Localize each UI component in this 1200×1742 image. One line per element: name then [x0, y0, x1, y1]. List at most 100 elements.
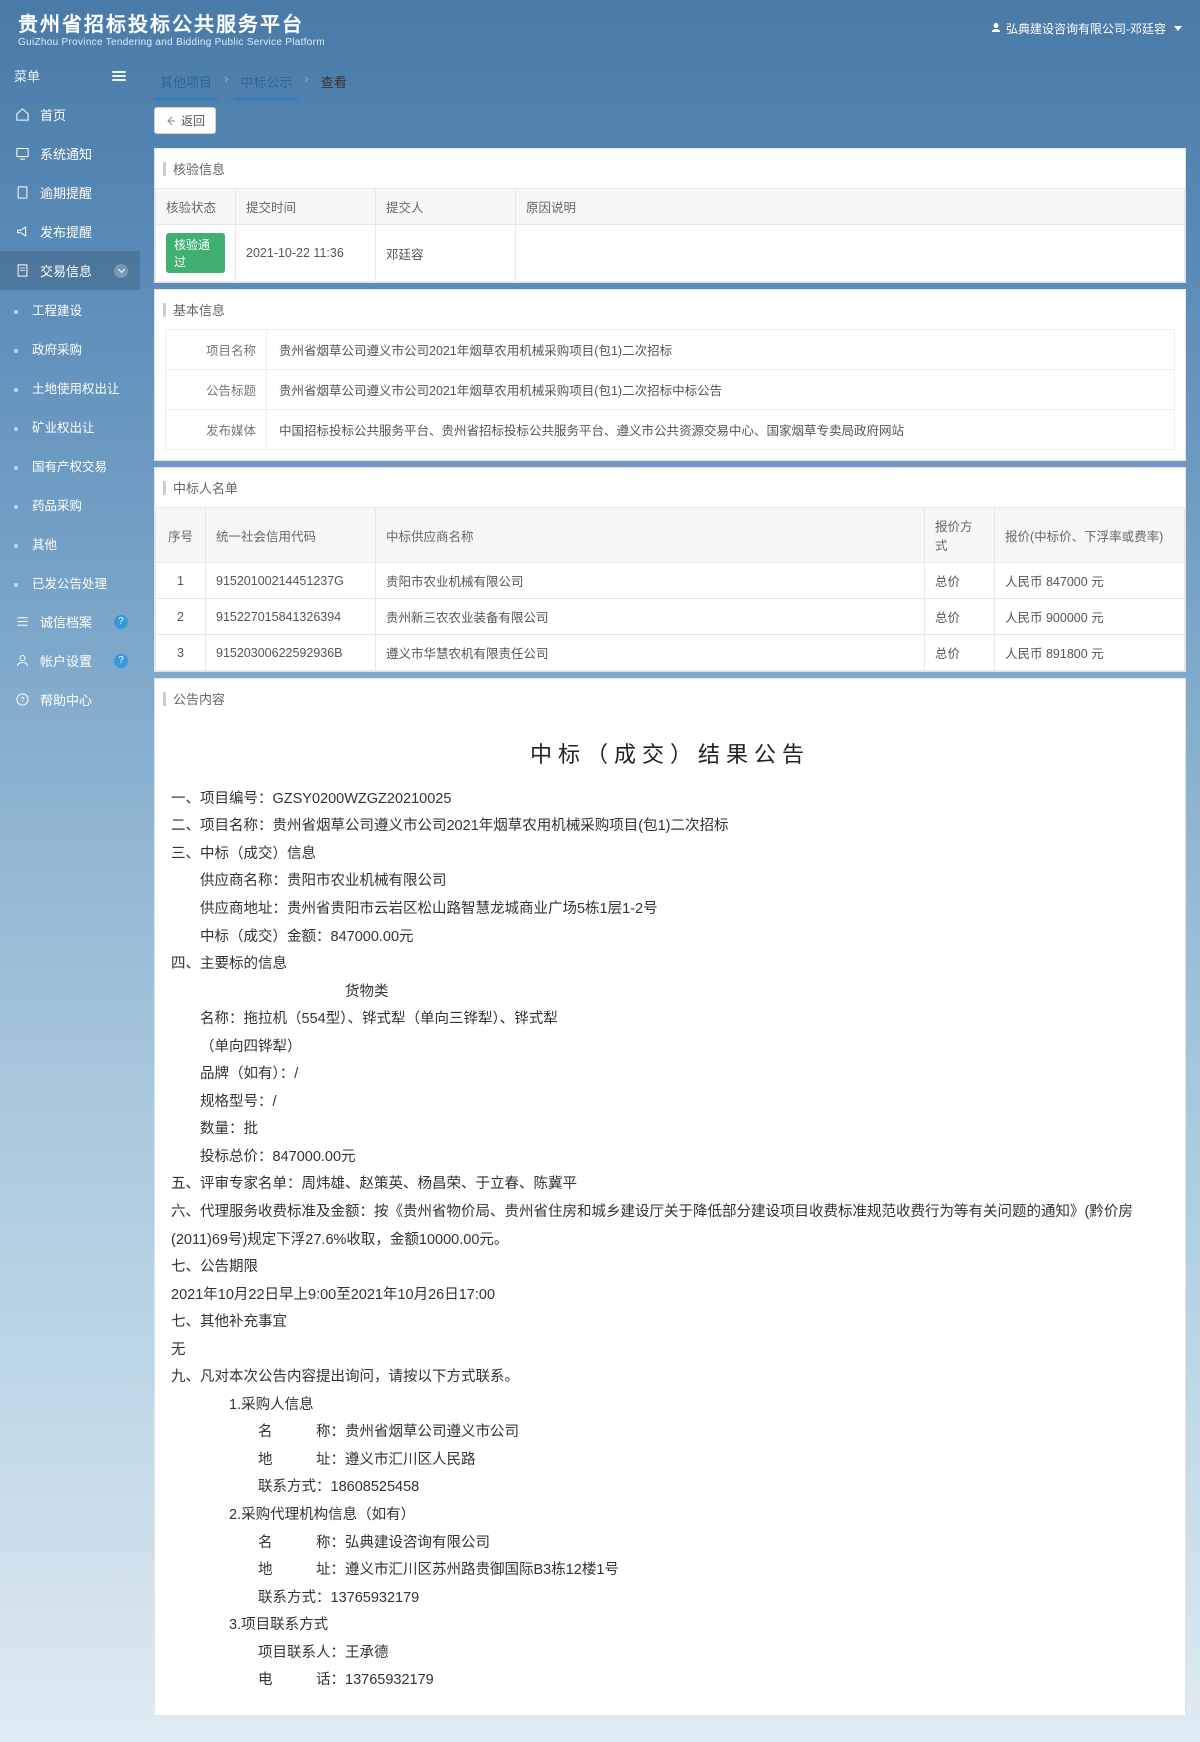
sidebar-menu-label: 菜单	[14, 66, 40, 85]
nav-credit[interactable]: 诚信档案 ?	[0, 602, 140, 641]
table-head-row: 核验状态 提交时间 提交人 原因说明	[156, 189, 1185, 225]
sidebar: 菜单 首页 系统通知 逾期提醒 发布提醒 交易信息	[0, 56, 140, 1742]
back-button[interactable]: 返回	[154, 107, 216, 134]
nav-help[interactable]: ? 帮助中心	[0, 680, 140, 719]
cell-submitter: 邓廷容	[376, 225, 516, 282]
col-name: 中标供应商名称	[376, 508, 925, 563]
art-line: 地 址：遵义市汇川区人民路	[171, 1447, 1169, 1475]
sidebar-header: 菜单	[0, 56, 140, 95]
subnav-label: 土地使用权出让	[32, 378, 120, 397]
table-row: 1 91520100214451237G 贵阳市农业机械有限公司 总价 人民币 …	[156, 563, 1185, 599]
subnav-label: 其他	[32, 534, 57, 553]
panel-title: 中标人名单	[155, 468, 1185, 507]
user-icon	[14, 653, 30, 669]
nav-label: 首页	[40, 105, 66, 124]
breadcrumb: 其他项目 › 中标公示 › 查看	[148, 56, 1192, 99]
caret-down-icon	[1174, 26, 1182, 31]
art-line: 名称：拖拉机（554型）、铧式犁（单向三铧犁）、铧式犁	[171, 1006, 1169, 1034]
kv-row: 公告标题 贵州省烟草公司遵义市公司2021年烟草农用机械采购项目(包1)二次招标…	[166, 369, 1174, 409]
art-line: 六、代理服务收费标准及金额：按《贵州省物价局、贵州省住房和城乡建设厅关于降低部分…	[171, 1199, 1169, 1254]
article-heading: 中标（成交）结果公告	[171, 734, 1169, 776]
subnav-drug[interactable]: 药品采购	[0, 485, 140, 524]
doc-icon	[14, 263, 30, 279]
crumb-other[interactable]: 其他项目	[154, 66, 218, 99]
col-seq: 序号	[156, 508, 206, 563]
nav-account[interactable]: 帐户设置 ?	[0, 641, 140, 680]
subnav-engineering[interactable]: 工程建设	[0, 290, 140, 329]
subnav-published[interactable]: 已发公告处理	[0, 563, 140, 602]
art-line: 七、公告期限	[171, 1254, 1169, 1282]
cell-price: 人民币 847000 元	[995, 563, 1185, 599]
nav-label: 系统通知	[40, 144, 92, 163]
kv-value: 贵州省烟草公司遵义市公司2021年烟草农用机械采购项目(包1)二次招标中标公告	[266, 370, 1174, 409]
art-line: 名 称：弘典建设咨询有限公司	[171, 1530, 1169, 1558]
nav-label: 帮助中心	[40, 690, 92, 709]
cell-price: 人民币 891800 元	[995, 635, 1185, 671]
col-status: 核验状态	[156, 189, 236, 225]
nav-label: 诚信档案	[40, 612, 92, 631]
art-line: 名 称：贵州省烟草公司遵义市公司	[171, 1419, 1169, 1447]
col-time: 提交时间	[236, 189, 376, 225]
art-line: 无	[171, 1337, 1169, 1365]
user-label: 弘典建设咨询有限公司-邓廷容	[1006, 20, 1166, 37]
cell-code: 915227015841326394	[206, 599, 376, 635]
user-icon	[990, 22, 1002, 34]
subnav-other[interactable]: 其他	[0, 524, 140, 563]
art-line: 投标总价：847000.00元	[171, 1144, 1169, 1172]
panel-title: 公告内容	[155, 679, 1185, 718]
nav-notice[interactable]: 系统通知	[0, 134, 140, 173]
nav-trade[interactable]: 交易信息	[0, 251, 140, 290]
art-line: 中标（成交）金额：847000.00元	[171, 924, 1169, 952]
table-row: 3 91520300622592936B 遵义市华慧农机有限责任公司 总价 人民…	[156, 635, 1185, 671]
cell-name: 贵阳市农业机械有限公司	[376, 563, 925, 599]
subnav-land[interactable]: 土地使用权出让	[0, 368, 140, 407]
cell-reason	[516, 225, 1185, 282]
table-row: 核验通过 2021-10-22 11:36 邓廷容	[156, 225, 1185, 282]
nav-publish[interactable]: 发布提醒	[0, 212, 140, 251]
kv-value: 贵州省烟草公司遵义市公司2021年烟草农用机械采购项目(包1)二次招标	[266, 330, 1174, 369]
user-menu[interactable]: 弘典建设咨询有限公司-邓廷容	[990, 20, 1182, 37]
crumb-sep: ›	[304, 71, 308, 94]
hamburger-icon[interactable]	[112, 75, 126, 77]
cell-seq: 3	[156, 635, 206, 671]
art-line: 联系方式：18608525458	[171, 1474, 1169, 1502]
nav-overdue[interactable]: 逾期提醒	[0, 173, 140, 212]
table-row: 2 915227015841326394 贵州新三农农业装备有限公司 总价 人民…	[156, 599, 1185, 635]
subnav-label: 药品采购	[32, 495, 82, 514]
help-badge-icon[interactable]: ?	[114, 615, 128, 629]
art-line: 2021年10月22日早上9:00至2021年10月26日17:00	[171, 1282, 1169, 1310]
art-line: 二、项目名称：贵州省烟草公司遵义市公司2021年烟草农用机械采购项目(包1)二次…	[171, 813, 1169, 841]
art-line: 三、中标（成交）信息	[171, 841, 1169, 869]
art-line: 数量：批	[171, 1116, 1169, 1144]
cell-method: 总价	[925, 635, 995, 671]
subnav-gov-procure[interactable]: 政府采购	[0, 329, 140, 368]
col-price: 报价(中标价、下浮率或费率)	[995, 508, 1185, 563]
table-head-row: 序号 统一社会信用代码 中标供应商名称 报价方式 报价(中标价、下浮率或费率)	[156, 508, 1185, 563]
nav-label: 帐户设置	[40, 651, 92, 670]
art-line: 项目联系人：王承德	[171, 1640, 1169, 1668]
art-line: 联系方式：13765932179	[171, 1585, 1169, 1613]
col-method: 报价方式	[925, 508, 995, 563]
logo-block: 贵州省招标投标公共服务平台 GuiZhou Province Tendering…	[18, 8, 325, 48]
kv-value: 中国招标投标公共服务平台、贵州省招标投标公共服务平台、遵义市公共资源交易中心、国…	[266, 410, 1174, 449]
site-subtitle: GuiZhou Province Tendering and Bidding P…	[18, 37, 325, 48]
crumb-winpub[interactable]: 中标公示	[234, 66, 298, 99]
megaphone-icon	[14, 224, 30, 240]
nav-label: 逾期提醒	[40, 183, 92, 202]
panel-basic: 基本信息 项目名称 贵州省烟草公司遵义市公司2021年烟草农用机械采购项目(包1…	[154, 289, 1186, 461]
subnav-mining[interactable]: 矿业权出让	[0, 407, 140, 446]
art-line: 2.采购代理机构信息（如有）	[171, 1502, 1169, 1530]
art-line: 货物类	[171, 979, 1169, 1007]
art-line: 供应商名称：贵阳市农业机械有限公司	[171, 868, 1169, 896]
cell-method: 总价	[925, 563, 995, 599]
back-label: 返回	[181, 112, 205, 129]
help-badge-icon[interactable]: ?	[114, 654, 128, 668]
art-line: 五、评审专家名单：周炜雄、赵策英、杨昌荣、于立春、陈冀平	[171, 1171, 1169, 1199]
back-icon	[165, 115, 177, 127]
art-line: （单向四铧犁）	[171, 1034, 1169, 1062]
nav-home[interactable]: 首页	[0, 95, 140, 134]
art-line: 七、其他补充事宜	[171, 1309, 1169, 1337]
subnav-property[interactable]: 国有产权交易	[0, 446, 140, 485]
cell-price: 人民币 900000 元	[995, 599, 1185, 635]
list-icon	[14, 614, 30, 630]
